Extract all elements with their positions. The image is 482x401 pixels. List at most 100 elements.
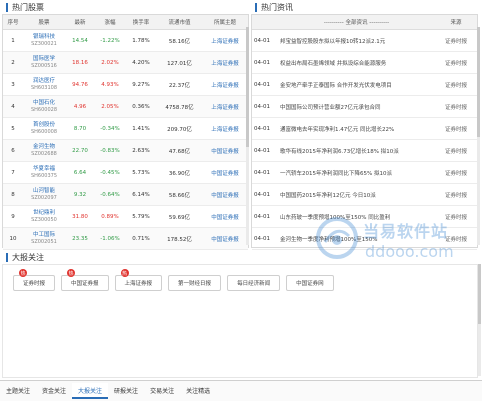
col-header-cap[interactable]: 流通市值 bbox=[157, 15, 202, 30]
tab-item[interactable]: 资金关注 bbox=[36, 383, 72, 397]
scrollbar-thumb[interactable] bbox=[478, 264, 481, 324]
newspaper-buttons: 热证券时报热中国证券报热上海证券报 第一财经日报 每日经济新闻 中国证券网 bbox=[13, 269, 334, 291]
stock-cell[interactable]: 银瑞科技 SZ300021 bbox=[23, 29, 65, 52]
stock-cell[interactable]: 中国石化 SH600028 bbox=[23, 95, 65, 118]
news-title-link[interactable]: 通富微电去年实现净利1.47亿元 同比增长22% bbox=[278, 117, 435, 140]
stock-cell[interactable]: 金河生物 SZ002688 bbox=[23, 139, 65, 162]
stock-cell[interactable]: 中工国际 SZ002051 bbox=[23, 227, 65, 250]
stock-name[interactable]: 华夏幸福 bbox=[23, 166, 65, 173]
table-row[interactable]: 04-01 一汽轿车2015年净利润同比下降65% 拟10派 证券时报 bbox=[252, 161, 477, 184]
news-title-link[interactable]: 中国国际公司预计营业额27亿元承包合同 bbox=[278, 95, 435, 118]
scrollbar-thumb[interactable] bbox=[477, 27, 480, 137]
stock-name[interactable]: 山河智能 bbox=[23, 188, 65, 195]
row-number: 9 bbox=[3, 205, 23, 228]
table-row[interactable]: 3 润达医疗 SH603108 94.76 4.93% 9.27% 22.37亿 上海证券报 bbox=[3, 73, 248, 96]
tab-item[interactable]: 交易关注 bbox=[144, 383, 180, 397]
newspaper-label: 上海证券报 bbox=[124, 281, 153, 287]
stock-turnover: 0.36% bbox=[125, 95, 157, 118]
tab-item[interactable]: 主题关注 bbox=[0, 383, 36, 397]
table-row[interactable]: 2 国际医学 SZ000516 18.16 2.02% 4.20% 127.01亿 上海证券报 bbox=[3, 51, 248, 74]
table-row[interactable]: 04-01 金安地产牵手正泰国际 合作开发光伏发电项目 证券时报 bbox=[252, 73, 477, 96]
table-row[interactable]: 04-01 通富微电去年实现净利1.47亿元 同比增长22% 证券时报 bbox=[252, 117, 477, 140]
table-row[interactable]: 7 华夏幸福 SH600375 6.64 -0.45% 5.73% 36.90亿 中国证券报 bbox=[3, 161, 248, 184]
stock-price: 94.76 bbox=[65, 73, 95, 96]
tab-item[interactable]: 大报关注 bbox=[72, 383, 109, 399]
stock-name[interactable]: 银瑞科技 bbox=[23, 34, 65, 41]
col-header-change[interactable]: 涨幅 bbox=[95, 15, 125, 30]
news-title-link[interactable]: 权益出布局石墨烯领域 并拟设综合能源服务 bbox=[278, 51, 435, 74]
table-row[interactable]: 1 银瑞科技 SZ300021 14.54 -1.22% 1.78% 58.16亿 上海证券报 bbox=[3, 29, 248, 52]
news-title-link[interactable]: 邦宝益智控股股东拟以年报10转12派2.1元 bbox=[278, 29, 435, 52]
newspaper-button[interactable]: 每日经济新闻 bbox=[227, 275, 281, 291]
table-row[interactable]: 8 山河智能 SZ002097 9.32 -0.64% 6.14% 58.66亿 中国证券报 bbox=[3, 183, 248, 206]
table-row[interactable]: 04-01 中国国药2015年净利12亿元 今日10派 证券时报 bbox=[252, 183, 477, 206]
hot-stocks-scrollbar[interactable] bbox=[246, 27, 249, 245]
table-row[interactable]: 9 世纪鼎利 SZ300050 31.80 0.89% 5.79% 59.69亿 中国证券报 bbox=[3, 205, 248, 228]
table-row[interactable]: 04-01 邦宝益智控股股东拟以年报10转12派2.1元 证券时报 bbox=[252, 29, 477, 52]
newspaper-label: 每日经济新闻 bbox=[237, 281, 271, 287]
page-scrollbar[interactable] bbox=[478, 264, 481, 376]
stock-cap: 127.01亿 bbox=[157, 51, 202, 74]
stock-cell[interactable]: 首创股份 SH600008 bbox=[23, 117, 65, 140]
stock-theme-link[interactable]: 中国证券报 bbox=[202, 183, 248, 206]
table-row[interactable]: 10 中工国际 SZ002051 23.35 -1.06% 0.71% 178.52亿 中国证… bbox=[3, 227, 248, 250]
stock-cell[interactable]: 润达医疗 SH603108 bbox=[23, 73, 65, 96]
stock-cell[interactable]: 国际医学 SZ000516 bbox=[23, 51, 65, 74]
newspaper-button[interactable]: 热中国证券报 bbox=[61, 269, 109, 291]
news-title-link[interactable]: 中国国药2015年净利12亿元 今日10派 bbox=[278, 183, 435, 206]
stock-name[interactable]: 中国石化 bbox=[23, 100, 65, 107]
news-title-link[interactable]: 金河生物一季度净利预增100%至150% bbox=[278, 227, 435, 250]
stock-code: SZ300050 bbox=[31, 216, 57, 223]
stock-theme-link[interactable]: 上海证券报 bbox=[202, 95, 248, 118]
stock-cell[interactable]: 山河智能 SZ002097 bbox=[23, 183, 65, 206]
col-header-turnover[interactable]: 换手率 bbox=[125, 15, 157, 30]
news-title-link[interactable]: 山东药玻一季度预增100%至150% 同比盈利 bbox=[278, 205, 435, 228]
tab-item[interactable]: 研报关注 bbox=[108, 383, 144, 397]
stock-theme-link[interactable]: 上海证券报 bbox=[202, 73, 248, 96]
stock-theme-link[interactable]: 上海证券报 bbox=[202, 29, 248, 52]
stock-theme-link[interactable]: 中国证券报 bbox=[202, 205, 248, 228]
stock-theme-link[interactable]: 上海证券报 bbox=[202, 51, 248, 74]
stock-theme-link[interactable]: 中国证券报 bbox=[202, 139, 248, 162]
stock-theme-link[interactable]: 中国证券报 bbox=[202, 227, 248, 250]
stock-theme-link[interactable]: 上海证券报 bbox=[202, 117, 248, 140]
newspaper-button[interactable]: 热证券时报 bbox=[13, 269, 56, 291]
col-header-all-news[interactable]: ---------- 全部资讯 ---------- bbox=[278, 15, 435, 30]
newspaper-button[interactable]: 第一财经日报 bbox=[168, 275, 222, 291]
stock-name[interactable]: 中工国际 bbox=[23, 232, 65, 239]
stock-name[interactable]: 首创股份 bbox=[23, 122, 65, 129]
table-row[interactable]: 04-01 金河生物一季度净利预增100%至150% 证券时报 bbox=[252, 227, 477, 250]
col-header-stock[interactable]: 股票 bbox=[23, 15, 65, 30]
table-row[interactable]: 04-01 权益出布局石墨烯领域 并拟设综合能源服务 证券时报 bbox=[252, 51, 477, 74]
tab-item[interactable]: 关注精选 bbox=[180, 383, 216, 397]
col-header-price[interactable]: 最新 bbox=[65, 15, 95, 30]
stock-name[interactable]: 世纪鼎利 bbox=[23, 210, 65, 217]
stock-cell[interactable]: 世纪鼎利 SZ300050 bbox=[23, 205, 65, 228]
table-row[interactable]: 04-01 歌华有线2015年净利润6.73亿增长18% 拟10派 证券时报 bbox=[252, 139, 477, 162]
stock-name[interactable]: 国际医学 bbox=[23, 56, 65, 63]
table-row[interactable]: 04-01 山东药玻一季度预增100%至150% 同比盈利 证券时报 bbox=[252, 205, 477, 228]
stock-code: SZ002688 bbox=[31, 150, 57, 157]
table-row[interactable]: 5 首创股份 SH600008 8.70 -0.34% 1.41% 209.70亿 上海证券报 bbox=[3, 117, 248, 140]
newspaper-button[interactable]: 热上海证券报 bbox=[114, 269, 163, 291]
hot-news-scrollbar[interactable] bbox=[477, 27, 480, 245]
table-row[interactable]: 6 金河生物 SZ002688 22.70 -0.83% 2.63% 47.68亿 中国证券报 bbox=[3, 139, 248, 162]
col-header-no[interactable]: 序号 bbox=[3, 15, 23, 30]
hot-stocks-title: 热门股票 bbox=[6, 0, 44, 14]
newspaper-button[interactable]: 中国证券网 bbox=[286, 275, 334, 291]
stock-name[interactable]: 金河生物 bbox=[23, 144, 65, 151]
news-title-link[interactable]: 歌华有线2015年净利润6.73亿增长18% 拟10派 bbox=[278, 139, 435, 162]
table-row[interactable]: 4 中国石化 SH600028 4.96 2.05% 0.36% 4758.78亿 上海证券报 bbox=[3, 95, 248, 118]
col-header-theme[interactable]: 所属主题 bbox=[202, 15, 248, 30]
news-date: 04-01 bbox=[252, 29, 278, 52]
stock-name[interactable]: 润达医疗 bbox=[23, 78, 65, 85]
col-header-source[interactable]: 来源 bbox=[435, 15, 477, 30]
news-title-link[interactable]: 金安地产牵手正泰国际 合作开发光伏发电项目 bbox=[278, 73, 435, 96]
table-row[interactable]: 04-01 中国国际公司预计营业额27亿元承包合同 证券时报 bbox=[252, 95, 477, 118]
newspaper-label: 中国证券报 bbox=[71, 281, 99, 287]
stock-cell[interactable]: 华夏幸福 SH600375 bbox=[23, 161, 65, 184]
stock-cap: 58.16亿 bbox=[157, 29, 202, 52]
stock-theme-link[interactable]: 中国证券报 bbox=[202, 161, 248, 184]
scrollbar-thumb[interactable] bbox=[246, 27, 249, 147]
news-title-link[interactable]: 一汽轿车2015年净利润同比下降65% 拟10派 bbox=[278, 161, 435, 184]
